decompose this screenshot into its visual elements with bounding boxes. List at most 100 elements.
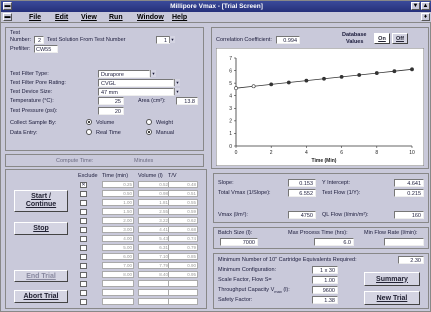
exclude-checkbox[interactable]: ✕ [80, 182, 87, 188]
tv-cell[interactable]: 0.55 [168, 199, 198, 206]
filter-type-dropdown-icon[interactable]: ▼ [150, 70, 156, 77]
exclude-checkbox[interactable] [80, 209, 87, 215]
menu-edit[interactable]: Edit [55, 12, 68, 23]
entry-manual-radio[interactable] [146, 129, 152, 135]
doc-menu-icon[interactable]: ▬ [3, 13, 12, 21]
tv-cell[interactable]: 0.95 [168, 271, 198, 278]
pore-rating-dropdown-icon[interactable]: ▼ [174, 79, 180, 86]
volume-cell[interactable]: 0.98 [138, 190, 170, 197]
exclude-checkbox[interactable] [80, 245, 87, 251]
tv-cell[interactable] [168, 289, 198, 296]
max-process-value[interactable]: 6.0 [314, 238, 354, 246]
exclude-checkbox[interactable] [80, 191, 87, 197]
exclude-checkbox[interactable] [80, 218, 87, 224]
tv-cell[interactable]: 0.90 [168, 262, 198, 269]
tv-cell[interactable]: 0.79 [168, 244, 198, 251]
tv-cell[interactable] [168, 298, 198, 305]
temperature-field[interactable]: 25 [98, 97, 124, 105]
exclude-checkbox[interactable] [80, 227, 87, 233]
time-cell[interactable]: 0.50 [102, 190, 134, 197]
volume-cell[interactable] [138, 280, 170, 287]
new-trial-button[interactable]: New Trial [364, 291, 420, 305]
stop-button[interactable]: Stop [14, 222, 68, 235]
tv-cell[interactable]: 0.62 [168, 217, 198, 224]
area-field[interactable]: 13.8 [176, 97, 198, 105]
abort-trial-button[interactable]: Abort Trial [14, 290, 68, 303]
safety-value: 1.38 [312, 296, 338, 304]
tv-cell[interactable]: 0.48 [168, 181, 198, 188]
time-cell[interactable]: 3.00 [102, 226, 134, 233]
time-cell[interactable]: 1.00 [102, 199, 134, 206]
test-solution-dropdown-icon[interactable]: ▼ [169, 36, 175, 43]
batch-value[interactable]: 7000 [220, 238, 258, 246]
prefilter-field[interactable]: CW55 [34, 45, 58, 53]
collect-weight-radio[interactable] [146, 119, 152, 125]
time-cell[interactable]: 6.00 [102, 253, 134, 260]
tv-cell[interactable]: 0.85 [168, 253, 198, 260]
exclude-checkbox[interactable] [80, 236, 87, 242]
maximize-icon[interactable]: ▲ [421, 2, 430, 10]
time-cell[interactable] [102, 298, 134, 305]
volume-cell[interactable] [138, 289, 170, 296]
system-menu-icon[interactable]: ▬ [3, 2, 12, 10]
data-point [410, 67, 414, 72]
min-flow-value[interactable] [384, 238, 424, 246]
table-row: 4.00 5.43 0.74 [78, 235, 204, 243]
exclude-checkbox[interactable] [80, 200, 87, 206]
menu-run[interactable]: Run [109, 12, 123, 23]
database-on-button[interactable]: On [374, 33, 390, 44]
time-cell[interactable] [102, 280, 134, 287]
time-cell[interactable]: 8.00 [102, 271, 134, 278]
menu-window[interactable]: Window [137, 12, 164, 23]
tv-cell[interactable]: 0.51 [168, 190, 198, 197]
doc-restore-icon[interactable]: ♦ [421, 13, 430, 21]
time-cell[interactable]: 1.50 [102, 208, 134, 215]
pore-rating-select[interactable]: CVGL [98, 79, 174, 87]
tv-cell[interactable] [168, 280, 198, 287]
time-cell[interactable] [102, 289, 134, 296]
volume-cell[interactable]: 1.81 [138, 199, 170, 206]
filter-type-select[interactable]: Durapore [98, 70, 150, 78]
time-cell[interactable]: 7.00 [102, 262, 134, 269]
entry-realtime-radio[interactable] [86, 129, 92, 135]
exclude-checkbox[interactable] [80, 254, 87, 260]
tv-cell[interactable]: 0.74 [168, 235, 198, 242]
volume-cell[interactable]: 4.41 [138, 226, 170, 233]
time-cell[interactable]: 0.25 [102, 181, 134, 188]
time-cell[interactable]: 2.00 [102, 217, 134, 224]
pressure-field[interactable]: 20 [98, 107, 124, 115]
exclude-checkbox[interactable] [80, 299, 87, 305]
volume-cell[interactable]: 8.40 [138, 271, 170, 278]
menu-help[interactable]: Help [172, 12, 187, 23]
test-solution-select[interactable]: 1 [156, 36, 170, 44]
test-number-field[interactable]: 2 [34, 36, 44, 44]
tv-cell[interactable]: 0.59 [168, 208, 198, 215]
exclude-checkbox[interactable] [80, 290, 87, 296]
device-size-select[interactable]: 47 mm [98, 88, 174, 96]
tv-cell[interactable]: 0.68 [168, 226, 198, 233]
time-cell[interactable]: 4.00 [102, 235, 134, 242]
summary-button[interactable]: Summary [364, 272, 420, 286]
database-off-button[interactable]: Off [392, 33, 408, 44]
exclude-checkbox[interactable] [80, 272, 87, 278]
volume-cell[interactable] [138, 298, 170, 305]
device-size-label: Test Device Size: [10, 89, 53, 95]
volume-cell[interactable]: 3.22 [138, 217, 170, 224]
exclude-checkbox[interactable] [80, 263, 87, 269]
menu-file[interactable]: File [29, 12, 41, 23]
volume-cell[interactable]: 7.10 [138, 253, 170, 260]
start-continue-button[interactable]: Start / Continue [14, 190, 68, 212]
time-cell[interactable]: 5.00 [102, 244, 134, 251]
volume-cell[interactable]: 5.43 [138, 235, 170, 242]
volume-cell[interactable]: 2.55 [138, 208, 170, 215]
end-trial-button[interactable]: End Trial [14, 270, 68, 282]
device-size-dropdown-icon[interactable]: ▼ [174, 88, 180, 95]
exclude-checkbox[interactable] [80, 281, 87, 287]
collect-volume-radio[interactable] [86, 119, 92, 125]
volume-cell[interactable]: 6.31 [138, 244, 170, 251]
scale-value[interactable]: 1.00 [312, 276, 338, 284]
menu-view[interactable]: View [81, 12, 97, 23]
volume-cell[interactable]: 0.52 [138, 181, 170, 188]
volume-cell[interactable]: 7.79 [138, 262, 170, 269]
minimize-icon[interactable]: ▼ [411, 2, 420, 10]
